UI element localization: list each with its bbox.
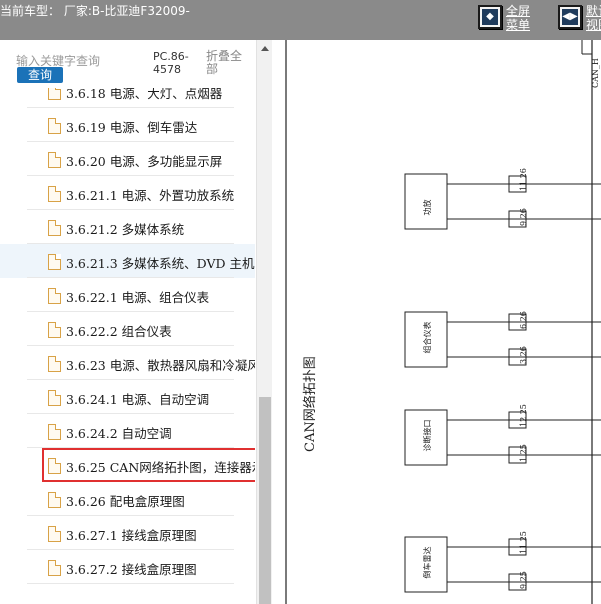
- document-icon: [48, 390, 61, 406]
- pin-label: 3 26: [519, 346, 528, 364]
- tree-item-label: 3.6.21.2 多媒体系统: [66, 222, 185, 237]
- tree-item-label: 3.6.24.1 电源、自动空调: [66, 392, 210, 407]
- document-icon: [48, 152, 61, 168]
- default-view-label-2[interactable]: 视图: [586, 18, 601, 32]
- fullscreen-label-1[interactable]: 全屏: [506, 4, 530, 18]
- document-icon: [48, 88, 61, 100]
- pin-label: 11 25: [519, 531, 528, 554]
- pin-label: 6 26: [519, 311, 528, 329]
- tree-item[interactable]: 3.6.21.1 电源、外置功放系统: [0, 176, 255, 210]
- pin-label: 12 25: [519, 404, 528, 427]
- tree-item-label: 3.6.27.2 接线盒原理图: [66, 562, 197, 577]
- can-topology-diagram: CAN_H CAN网络拓扑图 功放 11 26 9 26 组合仪表 6 26 3 26 诊断…: [285, 40, 601, 604]
- document-icon: [48, 322, 61, 338]
- navigation-pane: 查询 PC.86-4578 折叠全部 3.6.18 电源、大灯、点烟器3.6.1…: [0, 40, 272, 604]
- tree-item[interactable]: 3.6.25 CAN网络拓扑图，连接器示: [42, 448, 255, 482]
- tree-item[interactable]: 3.6.27.2 接线盒原理图: [0, 550, 255, 584]
- top-toolbar: 当前车型： 厂家:B-比亚迪F32009- ◆ 全屏 菜单 ◀▶ 默认 视图: [0, 0, 601, 40]
- document-icon: [48, 254, 61, 270]
- tree-item[interactable]: 3.6.20 电源、多功能显示屏: [0, 142, 255, 176]
- module-block: 诊断接口 12 25 1 25: [404, 404, 601, 466]
- tree-item[interactable]: 3.6.21.3 多媒体系统、DVD 主机、: [0, 244, 255, 278]
- tree-item-label: 3.6.26 配电盒原理图: [66, 494, 185, 509]
- document-tree: 3.6.18 电源、大灯、点烟器 3.6.19 电源、倒车雷达 3.6.20 电源、…: [0, 88, 255, 604]
- tree-item[interactable]: 3.6.18 电源、大灯、点烟器: [0, 88, 255, 108]
- scroll-thumb[interactable]: [259, 397, 271, 604]
- pin-label: 11 26: [519, 168, 528, 191]
- collapse-all-button[interactable]: 折叠全部: [206, 50, 246, 76]
- document-icon: [48, 458, 61, 474]
- pc-code: PC.86-4578: [153, 50, 189, 76]
- module-name: 组合仪表: [422, 322, 432, 354]
- default-view-button[interactable]: ◀▶: [558, 5, 582, 29]
- tree-item[interactable]: 3.6.24.2 自动空调: [0, 414, 255, 448]
- scroll-up-arrow-icon[interactable]: [257, 40, 272, 56]
- tree-item[interactable]: 3.6.23 电源、散热器风扇和冷凝风: [0, 346, 255, 380]
- pin-label: 1 25: [519, 444, 528, 462]
- tree-item-label: 3.6.20 电源、多功能显示屏: [66, 154, 223, 169]
- pin-label: 9 25: [519, 571, 528, 589]
- document-icon: [48, 288, 61, 304]
- document-icon: [48, 492, 61, 508]
- tree-item[interactable]: 3.6.27.1 接线盒原理图: [0, 516, 255, 550]
- module-name: 功放: [422, 200, 432, 216]
- module-name: 倒车雷达: [422, 547, 432, 579]
- tree-item-label: 3.6.18 电源、大灯、点烟器: [66, 88, 223, 101]
- document-icon: [48, 526, 61, 542]
- document-icon: [48, 424, 61, 440]
- tree-item-label: 3.6.21.3 多媒体系统、DVD 主机、: [66, 256, 255, 271]
- document-icon: [48, 356, 61, 372]
- diagram-title: CAN网络拓扑图: [302, 356, 318, 452]
- search-button[interactable]: 查询: [17, 67, 63, 83]
- tree-item[interactable]: 3.6.21.2 多媒体系统: [0, 210, 255, 244]
- document-icon: [48, 560, 61, 576]
- search-bar: 查询 PC.86-4578 折叠全部: [0, 40, 255, 88]
- tree-item[interactable]: 3.6.22.1 电源、组合仪表: [0, 278, 255, 312]
- fullscreen-icon: ◆: [482, 9, 498, 25]
- tree-item-label: 3.6.23 电源、散热器风扇和冷凝风: [66, 358, 255, 373]
- tree-item-label: 3.6.27.1 接线盒原理图: [66, 528, 197, 543]
- module-name: 诊断接口: [422, 420, 432, 452]
- module-block: 组合仪表 6 26 3 26: [404, 311, 601, 368]
- tree-item-label: 3.6.24.2 自动空调: [66, 426, 172, 441]
- document-icon: [48, 118, 61, 134]
- tree-item-label: 3.6.25 CAN网络拓扑图，连接器示: [66, 460, 255, 475]
- modules-group: 功放 11 26 9 26 组合仪表 6 26 3 26 诊断接口 12 25 1 25 倒车雷达…: [404, 168, 601, 593]
- tree-list: 3.6.18 电源、大灯、点烟器 3.6.19 电源、倒车雷达 3.6.20 电源、…: [0, 88, 255, 584]
- default-view-icon: ◀▶: [562, 9, 578, 25]
- tree-item-label: 3.6.21.1 电源、外置功放系统: [66, 188, 235, 203]
- fullscreen-button[interactable]: ◆: [478, 5, 502, 29]
- tree-scrollbar[interactable]: [256, 40, 272, 604]
- pin-label: 9 26: [519, 208, 528, 226]
- vehicle-info: 当前车型： 厂家:B-比亚迪F32009-: [0, 4, 190, 18]
- tree-item[interactable]: 3.6.26 配电盒原理图: [0, 482, 255, 516]
- document-view: CAN_H CAN网络拓扑图 功放 11 26 9 26 组合仪表 6 26 3 26 诊断…: [272, 40, 601, 604]
- document-icon: [48, 186, 61, 202]
- document-icon: [48, 220, 61, 236]
- module-block: 功放 11 26 9 26: [404, 168, 601, 230]
- tree-item-label: 3.6.22.2 组合仪表: [66, 324, 172, 339]
- default-view-label-1[interactable]: 默认: [586, 4, 601, 18]
- tree-item[interactable]: 3.6.19 电源、倒车雷达: [0, 108, 255, 142]
- tree-item[interactable]: 3.6.24.1 电源、自动空调: [0, 380, 255, 414]
- row-divider: [27, 583, 234, 584]
- tree-item-label: 3.6.22.1 电源、组合仪表: [66, 290, 210, 305]
- tree-item-label: 3.6.19 电源、倒车雷达: [66, 120, 198, 135]
- bus-label: CAN_H: [591, 58, 600, 88]
- module-block: 倒车雷达 11 25 9 25: [404, 531, 601, 593]
- tree-item[interactable]: 3.6.22.2 组合仪表: [0, 312, 255, 346]
- fullscreen-label-2[interactable]: 菜单: [506, 18, 530, 32]
